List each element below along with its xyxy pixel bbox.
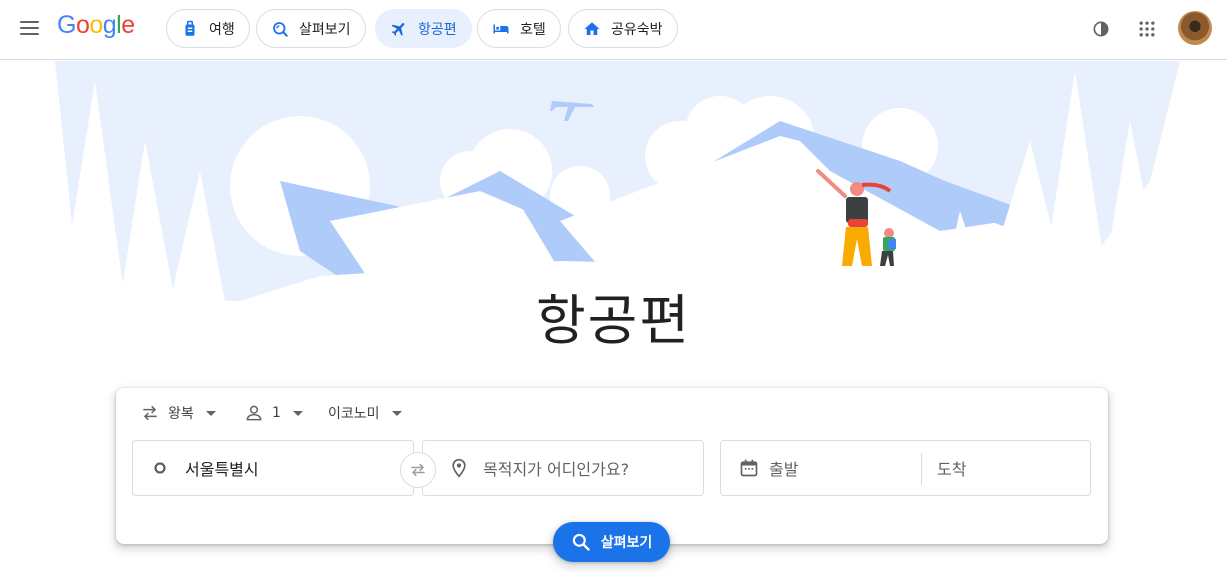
hero-illustration [0,61,1227,301]
explore-icon [273,21,288,37]
home-icon [584,21,600,35]
tab-explore[interactable]: 살펴보기 [256,9,366,48]
main-menu-icon[interactable] [16,14,44,42]
origin-circle-icon [154,462,166,474]
person-icon [246,405,262,421]
origin-input[interactable]: 서울특별시 [132,440,414,496]
chevron-down-icon [391,410,402,416]
hotel-icon [493,24,509,33]
avatar[interactable] [1178,11,1212,45]
luggage-icon [185,20,195,36]
chevron-down-icon [292,410,303,416]
chevron-down-icon [205,410,216,416]
date-divider [921,453,922,485]
location-pin-icon [452,458,466,478]
dark-mode-icon[interactable] [1086,14,1116,44]
tab-vacation-rentals-label: 공유숙박 [611,21,663,38]
tab-hotels[interactable]: 호텔 [477,9,561,48]
swap-arrows-icon [143,405,157,421]
tab-flights-label: 항공편 [418,21,457,38]
destination-input[interactable]: 목적지가 어디인가요? [422,440,704,496]
flight-icon [391,22,405,36]
calendar-icon [740,459,758,477]
trip-type-select[interactable]: 왕복 [140,400,216,426]
cabin-class-select[interactable]: 이코노미 [328,400,402,426]
tab-travel-label: 여행 [209,21,235,38]
date-range-input[interactable]: 출발 도착 [720,440,1091,496]
tab-travel[interactable]: 여행 [166,9,250,48]
departure-date-placeholder[interactable]: 출발 [769,456,798,480]
search-button[interactable]: 살펴보기 [553,522,670,562]
origin-value: 서울특별시 [185,460,259,479]
tab-flights[interactable]: 항공편 [375,9,472,48]
return-date-placeholder[interactable]: 도착 [937,456,966,480]
mountains-illustration [0,61,1227,301]
apps-grid-icon[interactable] [1132,14,1162,44]
destination-placeholder: 목적지가 어디인가요? [483,460,630,479]
cabin-class-label: 이코노미 [328,406,380,422]
passenger-count-label: 1 [272,405,281,421]
google-logo[interactable]: Google [57,11,135,40]
passenger-count-select[interactable]: 1 [244,400,303,426]
search-icon [572,533,590,551]
tab-hotels-label: 호텔 [520,21,546,38]
trip-type-label: 왕복 [168,406,194,422]
page-title: 항공편 [535,289,692,352]
flight-search-card: 왕복 1 이코노미 서울특별시 목적지가 어디인가요? 출발 도착 [116,388,1108,544]
tab-explore-label: 살펴보기 [299,21,351,38]
swap-locations-button[interactable] [400,452,436,488]
tab-vacation-rentals[interactable]: 공유숙박 [568,9,678,48]
swap-arrows-icon [411,463,425,477]
search-button-label: 살펴보기 [600,535,653,551]
top-app-bar: Google 여행 살펴보기 항공편 호텔 공유숙박 [0,0,1227,60]
